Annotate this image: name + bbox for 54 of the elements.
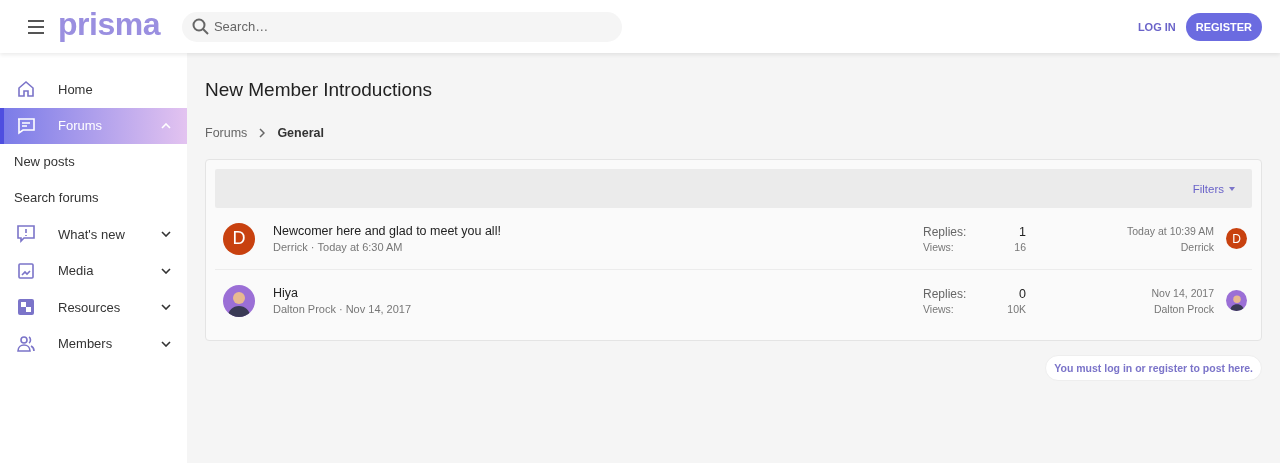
avatar[interactable]: D — [223, 222, 255, 255]
thread-title[interactable]: Newcomer here and glad to meet you all! — [273, 224, 923, 238]
sidebar-item[interactable]: Forums — [0, 107, 187, 144]
search-field[interactable]: Search… — [181, 11, 622, 42]
sidebar-item[interactable]: Home — [0, 71, 187, 108]
breadcrumb-link[interactable]: General — [277, 126, 324, 140]
sidebar-item[interactable]: Members — [0, 325, 187, 362]
chevron-down-icon[interactable] — [161, 340, 171, 347]
avatar[interactable] — [1226, 290, 1247, 311]
alert-icon — [16, 224, 36, 245]
login-notice[interactable]: You must log in or register to post here. — [1045, 355, 1262, 381]
avatar[interactable]: D — [1226, 228, 1247, 249]
last-post-date[interactable]: Today at 10:39 AM — [1127, 224, 1214, 237]
sidebar-link[interactable]: New posts — [0, 144, 187, 180]
separator-dot: · — [339, 303, 343, 315]
sidebar-item[interactable]: Resources — [0, 289, 187, 326]
thread-title[interactable]: Hiya — [273, 286, 923, 300]
thread-date: Today at 6:30 AM — [317, 241, 403, 253]
author-link[interactable]: Derrick — [273, 241, 308, 253]
logo[interactable]: prisma — [58, 7, 160, 40]
reply-count: 1 — [1018, 224, 1026, 239]
image-icon — [16, 260, 36, 281]
view-count: 16 — [1014, 240, 1026, 253]
breadcrumb-link[interactable]: Forums — [205, 126, 248, 140]
chat-icon — [16, 115, 36, 136]
sidebar-item[interactable]: What's new — [0, 216, 187, 253]
last-post-date[interactable]: Nov 14, 2017 — [1151, 286, 1214, 299]
register-button[interactable]: REGISTER — [1185, 12, 1262, 41]
caret-icon — [1229, 186, 1235, 191]
reply-count: 0 — [1018, 286, 1026, 301]
last-poster[interactable]: Dalton Prock — [1153, 302, 1214, 315]
thread-date: Nov 14, 2017 — [345, 303, 412, 315]
page-title: New Member Introductions — [205, 79, 434, 101]
chevron-down-icon[interactable] — [161, 231, 171, 238]
sidebar-item[interactable]: Media — [0, 252, 187, 289]
stat-label: Views: — [923, 240, 955, 253]
chevron-down-icon[interactable] — [161, 304, 171, 311]
avatar[interactable] — [223, 284, 255, 317]
stat-label: Views: — [923, 302, 955, 315]
people-icon — [16, 333, 36, 354]
author-link[interactable]: Dalton Prock — [273, 303, 336, 315]
stat-label: Replies: — [923, 224, 968, 239]
squares-icon — [16, 297, 36, 318]
stat-label: Replies: — [923, 286, 968, 301]
menu-icon[interactable] — [27, 19, 45, 34]
last-poster[interactable]: Derrick — [1180, 240, 1214, 253]
chevron-right-icon — [259, 128, 266, 138]
chevron-down-icon[interactable] — [161, 267, 171, 274]
separator-dot: · — [310, 241, 315, 253]
home-icon — [16, 79, 36, 100]
sidebar-link[interactable]: Search forums — [0, 180, 187, 216]
login-link[interactable]: LOG IN — [1137, 20, 1176, 33]
filters-button[interactable]: Filters — [1192, 182, 1235, 195]
view-count: 10K — [1007, 302, 1026, 315]
